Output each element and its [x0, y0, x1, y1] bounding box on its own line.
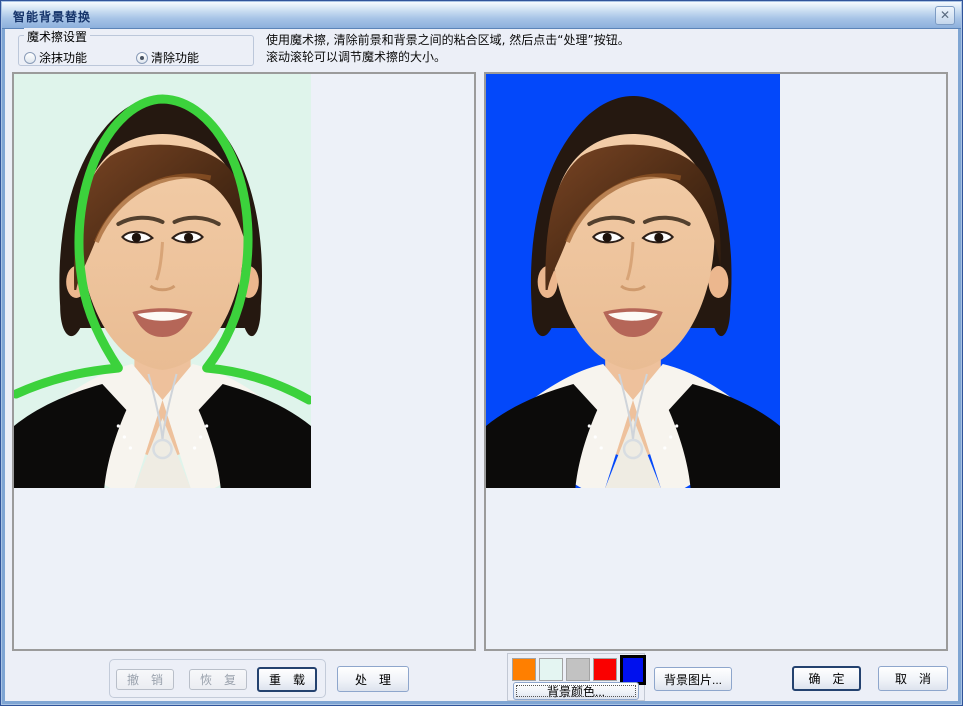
process-button[interactable]: 处 理 — [337, 666, 409, 692]
dialog-window: 智能背景替换 ✕ 魔术擦设置 涂抹功能 清除功能 使用魔术擦, 清除前景和背景之… — [0, 0, 963, 706]
undo-button[interactable]: 撤 销 — [116, 669, 174, 690]
radio-paint-mode[interactable]: 涂抹功能 — [24, 49, 87, 66]
title-bar: 智能背景替换 ✕ — [2, 2, 961, 29]
group-label: 魔术擦设置 — [24, 28, 90, 45]
instruction-line-1: 使用魔术擦, 清除前景和背景之间的粘合区域, 然后点击“处理”按钮。 — [266, 32, 630, 49]
instruction-line-2: 滚动滚轮可以调节魔术擦的大小。 — [266, 49, 630, 66]
magic-eraser-settings-group: 魔术擦设置 涂抹功能 清除功能 — [18, 35, 254, 66]
instruction-text: 使用魔术擦, 清除前景和背景之间的粘合区域, 然后点击“处理”按钮。 滚动滚轮可… — [266, 32, 630, 66]
radio-erase-mode[interactable]: 清除功能 — [136, 49, 199, 66]
reload-button[interactable]: 重 载 — [257, 667, 317, 692]
cancel-button[interactable]: 取 消 — [878, 666, 948, 691]
swatch-blue-selected[interactable] — [620, 655, 646, 685]
swatch-orange[interactable] — [512, 658, 536, 681]
result-photo — [486, 74, 780, 488]
result-image-panel — [484, 72, 948, 651]
radio-checked-icon — [136, 52, 148, 64]
swatch-pale-cyan[interactable] — [539, 658, 563, 681]
dialog-title: 智能背景替换 — [13, 8, 91, 25]
swatch-gray[interactable] — [566, 658, 590, 681]
close-icon: ✕ — [940, 8, 950, 22]
ok-button[interactable]: 确 定 — [792, 666, 861, 691]
close-button[interactable]: ✕ — [935, 6, 955, 25]
radio-paint-label: 涂抹功能 — [39, 49, 87, 66]
source-image-panel[interactable] — [12, 72, 476, 651]
swatch-red[interactable] — [593, 658, 617, 681]
source-photo[interactable] — [14, 74, 311, 488]
radio-erase-label: 清除功能 — [151, 49, 199, 66]
background-image-button[interactable]: 背景图片... — [654, 667, 732, 691]
radio-unchecked-icon — [24, 52, 36, 64]
redo-button[interactable]: 恢 复 — [189, 669, 247, 690]
background-color-button[interactable]: 背景颜色... — [513, 682, 639, 700]
